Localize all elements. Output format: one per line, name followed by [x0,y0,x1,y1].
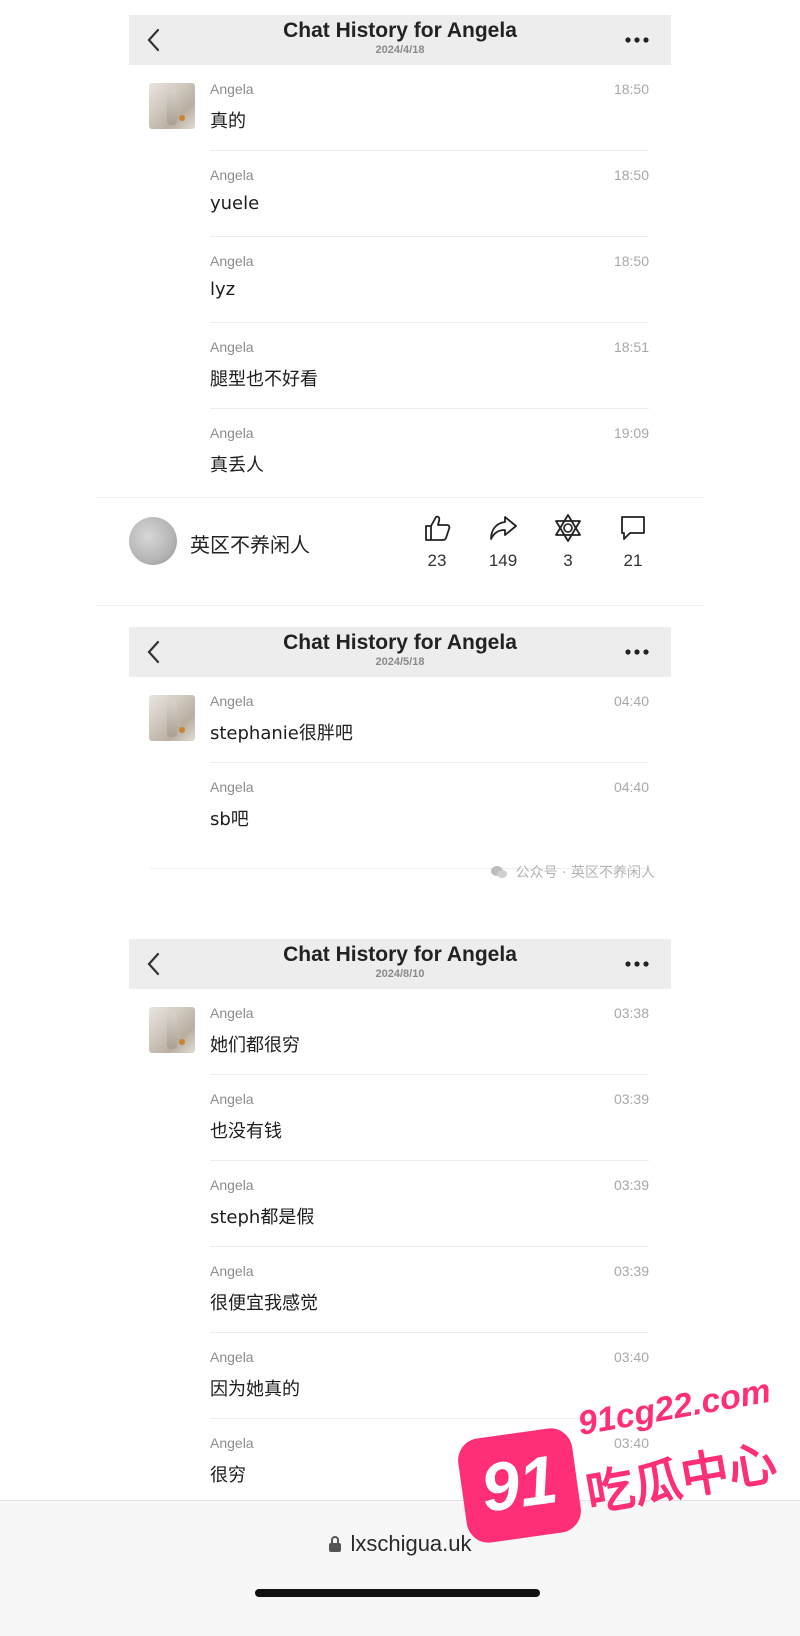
sender-name: Angela [210,1435,254,1451]
message-text: stephanie很胖吧 [210,723,353,744]
message-text: 因为她真的 [210,1379,300,1400]
message-row: Angela 19:09 真丢人 [129,409,671,495]
sender-name: Angela [210,1263,254,1279]
favorite-count: 3 [563,551,573,570]
message-time: 18:50 [613,81,649,97]
message-row: Angela 18:51 腿型也不好看 [129,323,671,409]
lock-icon [329,1536,342,1552]
message-time: 18:51 [613,339,649,355]
message-text: 很穷 [210,1465,246,1486]
sender-name: Angela [210,1091,254,1107]
chat-date: 2024/5/18 [375,656,425,668]
message-row: Angela 03:39 steph都是假 [129,1161,671,1247]
wechat-icon [491,866,508,878]
message-text: 腿型也不好看 [210,369,318,390]
share-arrow-icon [490,516,517,540]
message-time: 03:38 [613,1005,649,1021]
message-row: Angela 18:50 lyz [129,237,671,323]
message-text: steph都是假 [210,1207,315,1228]
message-text: 她们都很穷 [210,1035,300,1056]
message-text: yuele [210,193,260,214]
message-time: 03:39 [613,1263,649,1279]
chat-history-card-1: Chat History for Angela 2024/4/18 Angela… [129,15,671,495]
logo-badge-text: 91 [476,1441,563,1527]
chat-date: 2024/8/10 [375,968,425,980]
message-text: sb吧 [210,809,249,830]
chat-title: Chat History for Angela [283,631,517,654]
message-row: Angela 03:39 也没有钱 [129,1075,671,1161]
more-dots-icon[interactable] [625,961,649,967]
comment-bubble-icon [621,516,645,540]
message-row: Angela 04:40 sb吧 [129,763,671,849]
avatar [149,695,195,741]
comment-button[interactable]: 21 [610,513,656,571]
chat-date: 2024/4/18 [375,44,425,56]
sender-name: Angela [210,81,254,97]
author-name[interactable]: 英区不养闲人 [190,529,310,558]
sender-name: Angela [210,253,254,269]
share-button[interactable]: 149 [480,513,526,571]
logo-badge: 91 [455,1425,584,1546]
message-row: Angela 03:38 她们都很穷 [129,989,671,1075]
divider [95,605,705,606]
sender-name: Angela [210,339,254,355]
sender-name: Angela [210,167,254,183]
star-of-david-icon [555,514,581,542]
avatar [149,83,195,129]
site-logo: 91 91cg22.com 吃瓜中心 [455,1372,792,1555]
message-row: Angela 04:40 stephanie很胖吧 [129,677,671,763]
message-row: Angela 18:50 真的 [129,65,671,151]
like-button[interactable]: 23 [414,513,460,571]
message-row: Angela 18:50 yuele [129,151,671,237]
message-text: lyz [210,279,236,300]
message-time: 03:39 [613,1177,649,1193]
message-text: 真的 [210,111,246,132]
message-time: 18:50 [613,253,649,269]
thumbs-up-icon [425,515,451,541]
sender-name: Angela [210,425,254,441]
message-time: 03:40 [613,1349,649,1365]
message-time: 03:39 [613,1091,649,1107]
message-time: 19:09 [613,425,649,441]
url-text: lxschigua.uk [350,1531,472,1556]
message-text: 也没有钱 [210,1121,282,1142]
more-dots-icon[interactable] [625,649,649,655]
watermark-text: 公众号 · 英区不养闲人 [515,865,655,881]
message-text: 很便宜我感觉 [210,1293,318,1314]
sender-name: Angela [210,1349,254,1365]
avatar [149,1007,195,1053]
social-bar: 英区不养闲人 23 149 3 21 [95,513,705,587]
chat-header: Chat History for Angela 2024/4/18 [129,15,671,65]
message-text: 真丢人 [210,455,264,476]
chat-history-card-2: Chat History for Angela 2024/5/18 Angela… [129,627,671,849]
comment-count: 21 [623,551,643,570]
message-row: Angela 03:39 很便宜我感觉 [129,1247,671,1333]
sender-name: Angela [210,1177,254,1193]
chat-title: Chat History for Angela [283,19,517,42]
chat-header: Chat History for Angela 2024/8/10 [129,939,671,989]
sender-name: Angela [210,693,254,709]
chat-title: Chat History for Angela [283,943,517,966]
sender-name: Angela [210,779,254,795]
more-dots-icon[interactable] [625,37,649,43]
home-indicator[interactable] [255,1589,540,1597]
divider [95,497,705,498]
like-count: 23 [427,551,447,570]
message-time: 18:50 [613,167,649,183]
message-time: 04:40 [613,779,649,795]
author-avatar[interactable] [129,517,177,565]
watermark: 公众号 · 英区不养闲人 [490,862,655,882]
favorite-button[interactable]: 3 [545,513,591,571]
message-time: 04:40 [613,693,649,709]
chat-header: Chat History for Angela 2024/5/18 [129,627,671,677]
share-count: 149 [488,551,518,570]
sender-name: Angela [210,1005,254,1021]
